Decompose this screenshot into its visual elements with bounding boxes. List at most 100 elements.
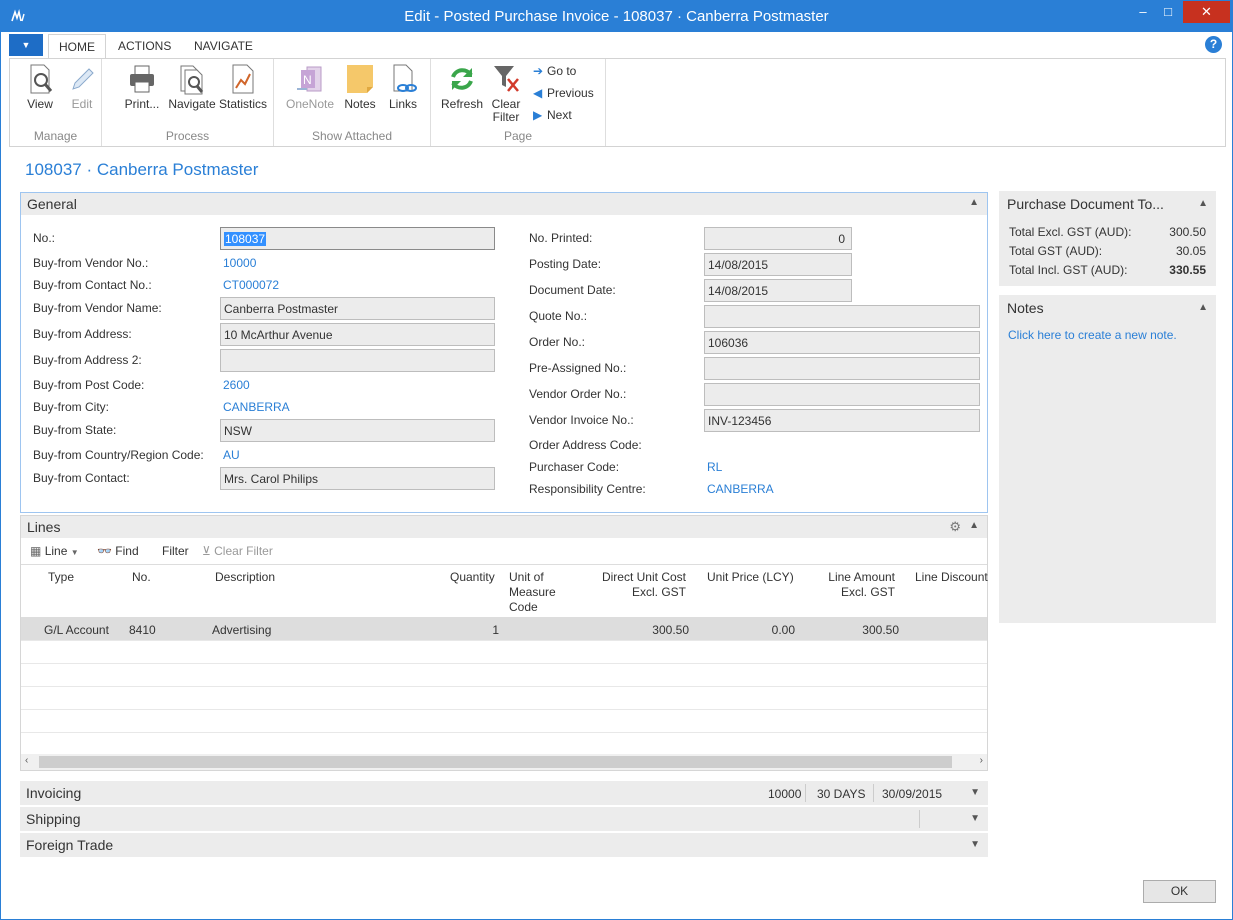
notes-factbox: Notes ▲ Click here to create a new note. <box>999 295 1216 623</box>
col-description[interactable]: Description <box>215 570 275 585</box>
foreign-trade-fasttab[interactable]: Foreign Trade ▼ <box>20 833 988 857</box>
vendor-name-field[interactable]: Canberra Postmaster <box>220 297 495 320</box>
no-field[interactable]: 108037 <box>220 227 495 250</box>
clear-filter-button[interactable]: Clear Filter <box>485 63 527 124</box>
application-menu-button[interactable]: ▼ <box>9 34 43 56</box>
total-gst-value: 30.05 <box>1175 244 1206 258</box>
state-field[interactable]: NSW <box>220 419 495 442</box>
country-link[interactable]: AU <box>223 448 240 462</box>
triangle-right-icon: ▶ <box>533 108 543 122</box>
grid-icon: ▦ <box>30 544 42 558</box>
line-menu-button[interactable]: ▦ Line ▼ <box>30 544 79 558</box>
pencil-icon <box>65 63 99 95</box>
collapse-icon[interactable]: ▲ <box>1198 198 1208 209</box>
col-line-discount[interactable]: Line Discount <box>915 570 988 585</box>
help-icon[interactable]: ? <box>1205 36 1222 53</box>
vendor-name-label: Buy-from Vendor Name: <box>33 301 162 315</box>
tab-home[interactable]: HOME <box>48 34 106 60</box>
preassigned-no-field[interactable] <box>704 357 980 380</box>
notes-button[interactable]: Notes <box>342 63 378 111</box>
previous-button[interactable]: ◀ Previous <box>533 86 594 100</box>
scroll-right-icon[interactable]: › <box>980 755 983 766</box>
triangle-left-icon: ◀ <box>533 86 543 100</box>
contact-no-link[interactable]: CT000072 <box>223 278 279 292</box>
horizontal-scrollbar[interactable]: ‹ › <box>21 754 987 770</box>
refresh-button[interactable]: Refresh <box>439 63 485 111</box>
filter-button[interactable]: Filter <box>162 544 189 558</box>
table-row[interactable] <box>21 710 987 733</box>
invoicing-summary-3: 30/09/2015 <box>882 787 943 801</box>
collapse-icon[interactable]: ▲ <box>1198 302 1208 313</box>
table-row[interactable] <box>21 733 987 756</box>
vendor-order-no-field[interactable] <box>704 383 980 406</box>
vendor-invoice-no-field[interactable]: INV-123456 <box>704 409 980 432</box>
city-link[interactable]: CANBERRA <box>223 400 290 414</box>
responsibility-centre-label: Responsibility Centre: <box>529 482 646 496</box>
sticky-note-icon <box>343 63 377 95</box>
shipping-fasttab[interactable]: Shipping ▼ <box>20 807 988 831</box>
statistics-button[interactable]: Statistics <box>218 63 268 111</box>
total-incl-label: Total Incl. GST (AUD): <box>1009 263 1128 277</box>
table-row[interactable] <box>21 664 987 687</box>
responsibility-centre-link[interactable]: CANBERRA <box>707 482 774 496</box>
table-row[interactable] <box>21 687 987 710</box>
edit-button[interactable]: Edit <box>62 63 102 111</box>
general-fasttab: General ▲ No.: 108037 Buy-from Vendor No.… <box>20 192 988 513</box>
no-printed-field[interactable]: 0 <box>704 227 852 250</box>
group-page: Refresh Clear Filter ➔ Go to ◀ Previous ▶ N… <box>431 59 606 146</box>
address-field[interactable]: 10 McArthur Avenue <box>220 323 495 346</box>
general-header[interactable]: General ▲ <box>21 193 987 215</box>
contact-field[interactable]: Mrs. Carol Philips <box>220 467 495 490</box>
post-code-label: Buy-from Post Code: <box>33 378 145 392</box>
navigate-button[interactable]: Navigate <box>166 63 218 111</box>
minimize-button[interactable]: – <box>1129 1 1157 23</box>
invoicing-summary-2: 30 DAYS <box>817 787 866 801</box>
col-uom[interactable]: Unit of Measure Code <box>509 570 556 615</box>
expand-icon[interactable]: ▼ <box>970 787 980 798</box>
scroll-left-icon[interactable]: ‹ <box>25 755 28 766</box>
close-button[interactable]: ✕ <box>1183 1 1230 23</box>
ribbon-tabs: ▼ HOME ACTIONS NAVIGATE ? <box>1 32 1232 60</box>
table-row[interactable]: G/L Account 8410 Advertising 1 300.50 0.… <box>21 618 987 641</box>
invoicing-fasttab[interactable]: Invoicing 10000 30 DAYS 30/09/2015 ▼ <box>20 781 988 805</box>
create-note-link[interactable]: Click here to create a new note. <box>1008 328 1177 342</box>
collapse-icon[interactable]: ▲ <box>969 520 979 531</box>
col-line-amount[interactable]: Line Amount Excl. GST <box>811 570 895 600</box>
view-button[interactable]: View <box>18 63 62 111</box>
order-no-field[interactable]: 106036 <box>704 331 980 354</box>
order-address-code-label: Order Address Code: <box>529 438 642 452</box>
quote-no-field[interactable] <box>704 305 980 328</box>
onenote-button[interactable]: N OneNote <box>284 63 336 111</box>
col-quantity[interactable]: Quantity <box>450 570 495 585</box>
lines-header[interactable]: Lines ⚙ ▲ <box>21 516 987 538</box>
col-no[interactable]: No. <box>132 570 151 585</box>
scroll-thumb[interactable] <box>39 756 952 768</box>
next-button[interactable]: ▶ Next <box>533 108 572 122</box>
preassigned-no-label: Pre-Assigned No.: <box>529 361 627 375</box>
address2-field[interactable] <box>220 349 495 372</box>
maximize-button[interactable]: □ <box>1154 1 1182 23</box>
posting-date-field[interactable]: 14/08/2015 <box>704 253 852 276</box>
tab-actions[interactable]: ACTIONS <box>118 39 171 53</box>
col-direct-cost[interactable]: Direct Unit Cost Excl. GST <box>593 570 686 600</box>
table-row[interactable] <box>21 641 987 664</box>
vendor-no-link[interactable]: 10000 <box>223 256 256 270</box>
divider <box>805 784 806 802</box>
purchaser-code-link[interactable]: RL <box>707 460 722 474</box>
col-unit-price[interactable]: Unit Price (LCY) <box>707 570 794 585</box>
tab-navigate[interactable]: NAVIGATE <box>194 39 253 53</box>
expand-icon[interactable]: ▼ <box>970 839 980 850</box>
find-button[interactable]: 👓 Find <box>97 544 139 558</box>
posting-date-label: Posting Date: <box>529 257 602 271</box>
col-type[interactable]: Type <box>48 570 74 585</box>
customize-icon[interactable]: ⚙ <box>949 519 961 535</box>
document-date-field[interactable]: 14/08/2015 <box>704 279 852 302</box>
post-code-link[interactable]: 2600 <box>223 378 250 392</box>
clear-filter-lines-button[interactable]: ⊻ Clear Filter <box>202 544 273 558</box>
go-to-button[interactable]: ➔ Go to <box>533 64 576 78</box>
links-button[interactable]: Links <box>384 63 422 111</box>
ok-button[interactable]: OK <box>1143 880 1216 903</box>
print-button[interactable]: Print... <box>122 63 162 111</box>
collapse-icon[interactable]: ▲ <box>969 197 979 208</box>
expand-icon[interactable]: ▼ <box>970 813 980 824</box>
